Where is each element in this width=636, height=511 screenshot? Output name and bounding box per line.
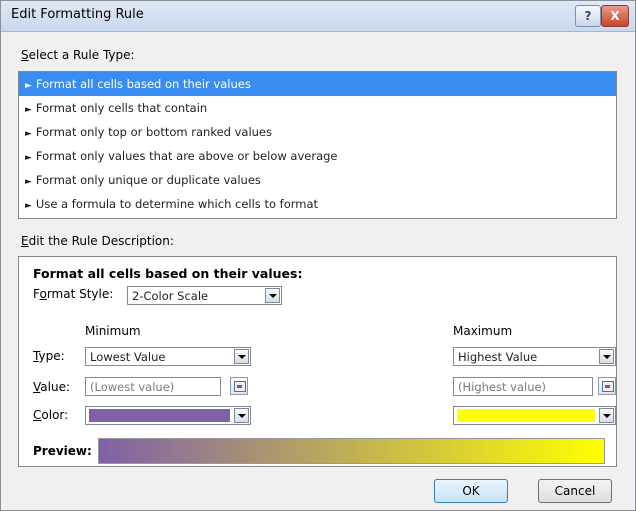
preview-label: Preview: bbox=[33, 444, 92, 458]
rule-type-item[interactable]: ► Format only top or bottom ranked values bbox=[19, 120, 616, 144]
title-bar[interactable]: Edit Formatting Rule ? X bbox=[1, 1, 635, 32]
chevron-down-icon[interactable] bbox=[599, 349, 614, 364]
rule-type-item-label: Format only top or bottom ranked values bbox=[35, 125, 272, 139]
maximum-value-input[interactable]: (Highest value) bbox=[453, 377, 593, 396]
help-button[interactable]: ? bbox=[575, 5, 601, 27]
cell-reference-icon[interactable] bbox=[230, 377, 248, 395]
rule-type-item[interactable]: ► Use a formula to determine which cells … bbox=[19, 192, 616, 216]
triangle-right-icon: ► bbox=[25, 81, 32, 91]
color-label: Color: bbox=[33, 408, 69, 422]
edit-formatting-rule-dialog: Edit Formatting Rule ? X Select a Rule T… bbox=[0, 0, 636, 511]
value-label: Value: bbox=[33, 380, 70, 394]
rule-type-item[interactable]: ► Format all cells based on their values bbox=[19, 72, 616, 96]
chevron-down-icon[interactable] bbox=[234, 408, 249, 423]
minimum-value-input[interactable]: (Lowest value) bbox=[85, 377, 221, 396]
rule-type-item-label: Format only values that are above or bel… bbox=[35, 149, 338, 163]
maximum-color-swatch bbox=[457, 409, 595, 422]
dialog-title: Edit Formatting Rule bbox=[11, 7, 144, 22]
format-style-value: 2-Color Scale bbox=[132, 289, 209, 303]
preview-gradient-bar bbox=[98, 438, 605, 464]
rule-description-panel: Format all cells based on their values: … bbox=[18, 256, 617, 467]
format-style-dropdown[interactable]: 2-Color Scale bbox=[127, 286, 282, 305]
minimum-type-dropdown[interactable]: Lowest Value bbox=[85, 347, 251, 366]
triangle-right-icon: ► bbox=[25, 177, 32, 187]
chevron-down-icon[interactable] bbox=[265, 288, 280, 303]
minimum-header: Minimum bbox=[85, 324, 141, 338]
maximum-value-placeholder: (Highest value) bbox=[458, 380, 547, 394]
description-heading: Format all cells based on their values: bbox=[33, 266, 303, 281]
maximum-color-dropdown[interactable] bbox=[453, 406, 616, 425]
rule-type-item-label: Format all cells based on their values bbox=[35, 77, 251, 91]
minimum-type-value: Lowest Value bbox=[90, 350, 166, 364]
rule-type-item[interactable]: ► Format only cells that contain bbox=[19, 96, 616, 120]
cancel-button[interactable]: Cancel bbox=[538, 479, 612, 503]
rule-type-item-label: Format only unique or duplicate values bbox=[35, 173, 261, 187]
rule-description-section-label: Edit the Rule Description: bbox=[21, 234, 174, 248]
rule-type-item[interactable]: ► Format only values that are above or be… bbox=[19, 144, 616, 168]
rule-type-item[interactable]: ► Format only unique or duplicate values bbox=[19, 168, 616, 192]
rule-type-section-label: Select a Rule Type: bbox=[21, 48, 135, 62]
chevron-down-icon[interactable] bbox=[599, 408, 614, 423]
rule-type-item-label: Format only cells that contain bbox=[35, 101, 208, 115]
rule-type-item-label: Use a formula to determine which cells t… bbox=[35, 197, 319, 211]
minimum-value-placeholder: (Lowest value) bbox=[90, 380, 175, 394]
type-label: Type: bbox=[33, 349, 65, 363]
ok-button[interactable]: OK bbox=[434, 479, 508, 503]
minimum-color-swatch bbox=[89, 409, 230, 422]
cell-reference-icon[interactable] bbox=[598, 377, 616, 395]
format-style-label: Format Style: bbox=[33, 287, 114, 301]
triangle-right-icon: ► bbox=[25, 201, 32, 211]
maximum-type-value: Highest Value bbox=[458, 350, 538, 364]
triangle-right-icon: ► bbox=[25, 129, 32, 139]
maximum-header: Maximum bbox=[453, 324, 513, 338]
rule-type-list[interactable]: ► Format all cells based on their values ►… bbox=[18, 71, 617, 219]
triangle-right-icon: ► bbox=[25, 153, 32, 163]
minimum-color-dropdown[interactable] bbox=[85, 406, 251, 425]
close-button[interactable]: X bbox=[601, 5, 629, 27]
chevron-down-icon[interactable] bbox=[234, 349, 249, 364]
maximum-type-dropdown[interactable]: Highest Value bbox=[453, 347, 616, 366]
triangle-right-icon: ► bbox=[25, 105, 32, 115]
